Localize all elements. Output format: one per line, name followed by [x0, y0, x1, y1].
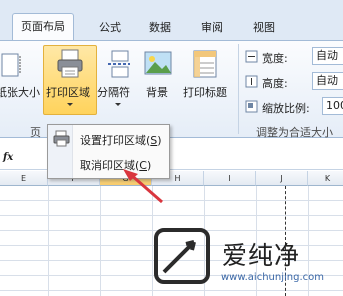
height-select[interactable]: 自动: [312, 72, 343, 90]
watermark-text: 爱纯净: [222, 241, 301, 270]
scale-label: 缩放比例:: [262, 102, 310, 115]
print-titles-icon[interactable]: [190, 49, 220, 82]
width-icon: [245, 50, 258, 66]
print-titles-label[interactable]: 打印标题: [183, 84, 227, 100]
width-select[interactable]: 自动: [312, 47, 343, 65]
printer-icon: [56, 49, 84, 82]
annotation-arrow-icon: [123, 169, 163, 204]
fx-icon[interactable]: fx: [3, 152, 13, 163]
height-icon: [245, 75, 258, 91]
chevron-down-icon: [67, 103, 73, 106]
scale-spinner[interactable]: 100: [322, 97, 343, 115]
column-header-k[interactable]: K: [308, 171, 343, 186]
width-label: 宽度:: [262, 52, 288, 65]
breaks-icon[interactable]: [106, 49, 132, 82]
menu-item-set-print-area[interactable]: 设置打印区域(S): [49, 128, 169, 150]
group-separator: [238, 44, 239, 134]
background-image-icon[interactable]: [143, 49, 173, 82]
column-header-i[interactable]: I: [204, 171, 256, 186]
watermark-logo-icon: [154, 228, 210, 284]
tab-data[interactable]: 数据: [140, 16, 180, 40]
print-area-label: 打印区域: [46, 86, 90, 99]
group-label-scale-to-fit: 调整为合适大小: [256, 126, 333, 139]
size-icon[interactable]: [0, 52, 28, 81]
scale-size-label[interactable]: 纸张大小: [0, 84, 40, 100]
column-header-j[interactable]: J: [256, 171, 308, 186]
tab-view[interactable]: 视图: [244, 16, 284, 40]
watermark-url: www.aichunjing.com: [221, 272, 324, 283]
breaks-label[interactable]: 分隔符: [97, 84, 130, 100]
group-label-page-setup: 页: [30, 126, 41, 139]
height-label: 高度:: [262, 77, 288, 90]
column-header-e[interactable]: E: [0, 171, 48, 186]
set-print-area-icon: [53, 130, 70, 150]
tab-formulas[interactable]: 公式: [90, 16, 130, 40]
tab-page-layout[interactable]: 页面布局: [12, 13, 74, 41]
scale-icon: [245, 100, 258, 116]
tab-review[interactable]: 审阅: [192, 16, 232, 40]
background-label[interactable]: 背景: [146, 84, 168, 100]
chevron-down-icon: [115, 103, 121, 106]
